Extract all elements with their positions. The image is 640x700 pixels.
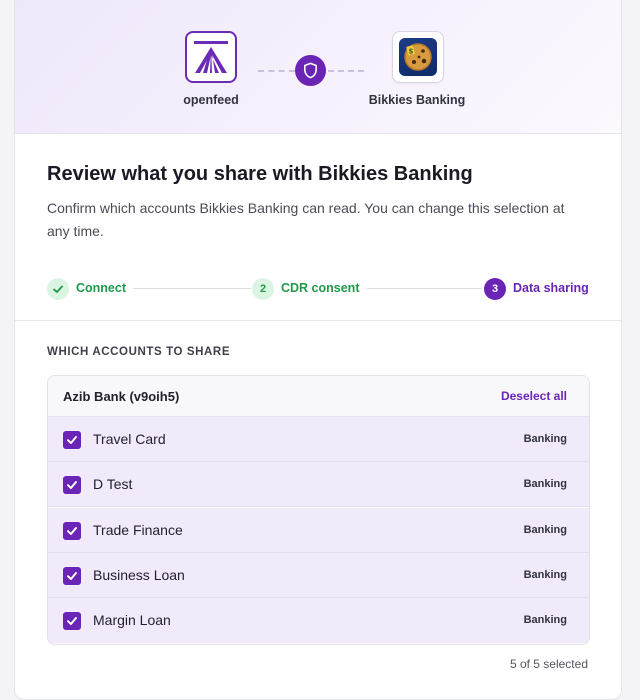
selected-count: 5 of 5 selected xyxy=(509,657,588,671)
account-type: Banking xyxy=(523,478,567,490)
accounts-heading: WHICH ACCOUNTS TO SHARE xyxy=(47,346,231,358)
account-type: Banking xyxy=(523,614,567,626)
account-name: Business Loan xyxy=(93,567,185,583)
target-app-name: Bikkies Banking xyxy=(368,93,466,107)
account-name: Margin Loan xyxy=(93,612,171,628)
accounts-panel: Azib Bank (v9oih5) Deselect all Travel C… xyxy=(47,375,590,645)
account-type: Banking xyxy=(523,433,567,445)
account-checkbox[interactable] xyxy=(63,567,81,585)
shield-icon xyxy=(295,55,326,86)
page-title: Review what you share with Bikkies Banki… xyxy=(47,163,473,185)
connection-header: $ openfeed Bikkies Banking xyxy=(15,0,621,134)
account-type: Banking xyxy=(523,524,567,536)
account-checkbox[interactable] xyxy=(63,431,81,449)
source-app-name: openfeed xyxy=(183,93,239,107)
account-checkbox[interactable] xyxy=(63,476,81,494)
step-label: Connect xyxy=(76,281,126,295)
openfeed-logo-icon xyxy=(185,31,237,83)
consent-card: $ openfeed Bikkies Banking Review what y… xyxy=(14,0,622,700)
step-connector xyxy=(367,288,482,289)
svg-text:$: $ xyxy=(409,48,414,56)
step-cdr-consent: 2 CDR consent xyxy=(252,278,372,300)
account-row[interactable]: Travel Card Banking xyxy=(48,417,589,462)
account-row[interactable]: Trade Finance Banking xyxy=(48,508,589,553)
step-number: 2 xyxy=(252,278,274,300)
account-checkbox[interactable] xyxy=(63,612,81,630)
connector-line-left xyxy=(258,70,295,72)
account-checkbox[interactable] xyxy=(63,522,81,540)
bank-header: Azib Bank (v9oih5) Deselect all xyxy=(48,376,589,417)
account-row[interactable]: Margin Loan Banking xyxy=(48,598,589,643)
deselect-all-button[interactable]: Deselect all xyxy=(501,389,567,403)
step-data-sharing: 3 Data sharing xyxy=(484,278,594,300)
cookie-logo-icon: $ xyxy=(392,31,444,83)
account-type: Banking xyxy=(523,569,567,581)
step-connect: Connect xyxy=(47,278,137,300)
step-label: Data sharing xyxy=(513,281,589,295)
check-icon xyxy=(47,278,69,300)
page-description: Confirm which accounts Bikkies Banking c… xyxy=(47,200,565,239)
step-number: 3 xyxy=(484,278,506,300)
account-row[interactable]: Business Loan Banking xyxy=(48,553,589,598)
connector-line-right xyxy=(328,70,364,72)
step-label: CDR consent xyxy=(281,281,360,295)
bank-name: Azib Bank (v9oih5) xyxy=(63,389,180,404)
account-name: D Test xyxy=(93,476,133,492)
account-name: Trade Finance xyxy=(93,522,183,538)
section-divider xyxy=(15,320,621,321)
step-connector xyxy=(133,288,251,289)
account-row[interactable]: D Test Banking xyxy=(48,462,589,507)
account-name: Travel Card xyxy=(93,431,166,447)
